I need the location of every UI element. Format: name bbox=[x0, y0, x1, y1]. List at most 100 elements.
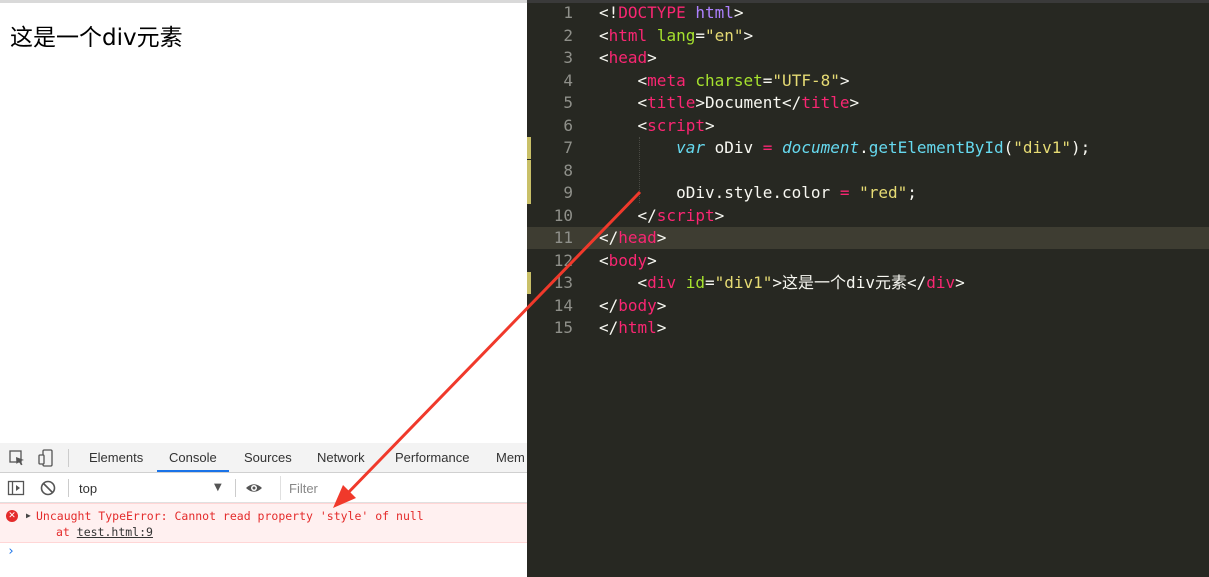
line-number: 10 bbox=[553, 205, 573, 225]
console-prompt[interactable]: › bbox=[7, 544, 15, 559]
code-token: "div1" bbox=[1013, 138, 1072, 157]
code-token: "div1" bbox=[714, 273, 773, 292]
code-token: html bbox=[695, 3, 734, 22]
clear-console-icon[interactable] bbox=[39, 479, 57, 497]
code-token: > bbox=[733, 3, 744, 22]
code-token: document bbox=[782, 138, 860, 157]
expand-triangle-icon[interactable]: ▶ bbox=[26, 511, 31, 520]
show-sidebar-icon[interactable] bbox=[7, 479, 25, 497]
error-source-link[interactable]: test.html:9 bbox=[77, 525, 153, 539]
code-token: script bbox=[656, 205, 715, 225]
code-token: < bbox=[599, 273, 648, 292]
line-number: 9 bbox=[563, 183, 573, 202]
code-token: </ bbox=[599, 205, 657, 225]
dropdown-triangle-icon: ▼ bbox=[214, 482, 222, 493]
code-token: = bbox=[704, 273, 715, 292]
code-token: > bbox=[714, 205, 725, 225]
code-line[interactable]: 1 <!DOCTYPE html> bbox=[527, 2, 1209, 24]
code-line[interactable]: 3 <head> bbox=[527, 47, 1209, 69]
code-token: < bbox=[599, 115, 648, 135]
code-token: id bbox=[685, 273, 705, 292]
line-code: <head> bbox=[599, 47, 657, 69]
line-number: 1 bbox=[563, 3, 573, 22]
line-code: oDiv.style.color = "red"; bbox=[599, 182, 917, 204]
code-line[interactable]: 9 oDiv.style.color = "red"; bbox=[527, 182, 1209, 204]
code-line[interactable]: 5 <title>Document</title> bbox=[527, 92, 1209, 114]
devtools-tab-bar: Elements Console Sources Network Perform… bbox=[0, 443, 527, 473]
tab-performance[interactable]: Performance bbox=[395, 443, 469, 472]
devtools-panel: Elements Console Sources Network Perform… bbox=[0, 443, 527, 577]
code-token: DOCTYPE bbox=[618, 3, 686, 22]
code-token: > bbox=[647, 250, 657, 270]
code-token: </ bbox=[599, 228, 619, 247]
code-line[interactable]: 4 <meta charset="UTF-8"> bbox=[527, 70, 1209, 92]
error-text: Uncaught TypeError: Cannot read property… bbox=[36, 509, 424, 523]
line-code: <!DOCTYPE html> bbox=[599, 2, 744, 24]
code-line[interactable]: 10 </script> bbox=[527, 205, 1209, 227]
code-line[interactable]: 13 <div id="div1">这是一个div元素</div> bbox=[527, 272, 1209, 294]
eye-icon[interactable] bbox=[245, 479, 263, 497]
code-token: ( bbox=[1003, 138, 1014, 157]
code-token: "red" bbox=[859, 183, 908, 202]
code-token: > bbox=[839, 70, 850, 90]
code-token: > bbox=[955, 273, 965, 292]
line-code: <html lang="en"> bbox=[599, 25, 753, 47]
code-token: <! bbox=[599, 3, 619, 22]
tab-elements[interactable]: Elements bbox=[89, 443, 143, 472]
code-line[interactable]: 12 <body> bbox=[527, 250, 1209, 272]
code-token: title bbox=[647, 93, 696, 112]
console-error-message: ✕ ▶ Uncaught TypeError: Cannot read prop… bbox=[0, 503, 527, 543]
indent-guide bbox=[639, 137, 640, 203]
code-token: > bbox=[704, 115, 715, 135]
error-stack-line: at test.html:9 bbox=[56, 525, 153, 539]
line-code: <div id="div1">这是一个div元素</div> bbox=[599, 272, 965, 294]
code-editor[interactable]: 1 <!DOCTYPE html> 2 <html lang="en"> 3 <head>… bbox=[527, 0, 1209, 577]
filter-input[interactable] bbox=[280, 476, 527, 500]
line-code: <title>Document</title> bbox=[599, 92, 860, 114]
code-token: var bbox=[676, 138, 705, 157]
code-token: = bbox=[695, 25, 705, 45]
inspect-element-icon[interactable] bbox=[8, 449, 26, 467]
code-line[interactable]: 14 </body> bbox=[527, 295, 1209, 317]
line-code: var oDiv = document.getElementById("div1… bbox=[599, 137, 1090, 159]
line-code: </head> bbox=[599, 227, 666, 249]
code-token: oDiv.style.color bbox=[599, 183, 840, 202]
code-line[interactable]: 2 <html lang="en"> bbox=[527, 25, 1209, 47]
code-token: </ bbox=[599, 295, 619, 315]
code-token: head bbox=[608, 48, 648, 67]
code-token: getElementById bbox=[868, 138, 1004, 157]
code-token: oDiv bbox=[704, 138, 763, 157]
code-line[interactable]: 6 <script> bbox=[527, 115, 1209, 137]
code-token: </ bbox=[599, 318, 619, 337]
code-line[interactable]: 8 bbox=[527, 159, 1209, 182]
line-number: 14 bbox=[553, 295, 573, 315]
error-at-prefix: at bbox=[56, 525, 77, 539]
code-line[interactable]: 11 </head> bbox=[527, 227, 1209, 249]
code-token: html bbox=[608, 25, 648, 45]
code-token: div bbox=[926, 273, 956, 292]
tab-sources[interactable]: Sources bbox=[244, 443, 292, 472]
line-code: <body> bbox=[599, 250, 657, 272]
tab-network[interactable]: Network bbox=[317, 443, 365, 472]
line-number: 6 bbox=[563, 115, 573, 135]
browser-top-border bbox=[0, 0, 527, 3]
code-line[interactable]: 15 </html> bbox=[527, 317, 1209, 339]
line-number: 7 bbox=[563, 138, 573, 157]
code-token: >这是一个div元素</ bbox=[772, 273, 927, 292]
code-line[interactable]: 7 var oDiv = document.getElementById("di… bbox=[527, 137, 1209, 159]
context-selector[interactable]: top ▼ bbox=[70, 477, 232, 499]
code-token: > bbox=[656, 228, 667, 247]
code-token: < bbox=[599, 250, 609, 270]
code-token: >Document</ bbox=[695, 93, 802, 112]
device-toolbar-icon[interactable] bbox=[37, 449, 55, 467]
tab-console[interactable]: Console bbox=[157, 443, 229, 472]
context-value: top bbox=[79, 481, 98, 496]
tab-memory[interactable]: Mem bbox=[496, 443, 525, 472]
line-code: </body> bbox=[599, 295, 666, 317]
code-token: body bbox=[618, 295, 657, 315]
